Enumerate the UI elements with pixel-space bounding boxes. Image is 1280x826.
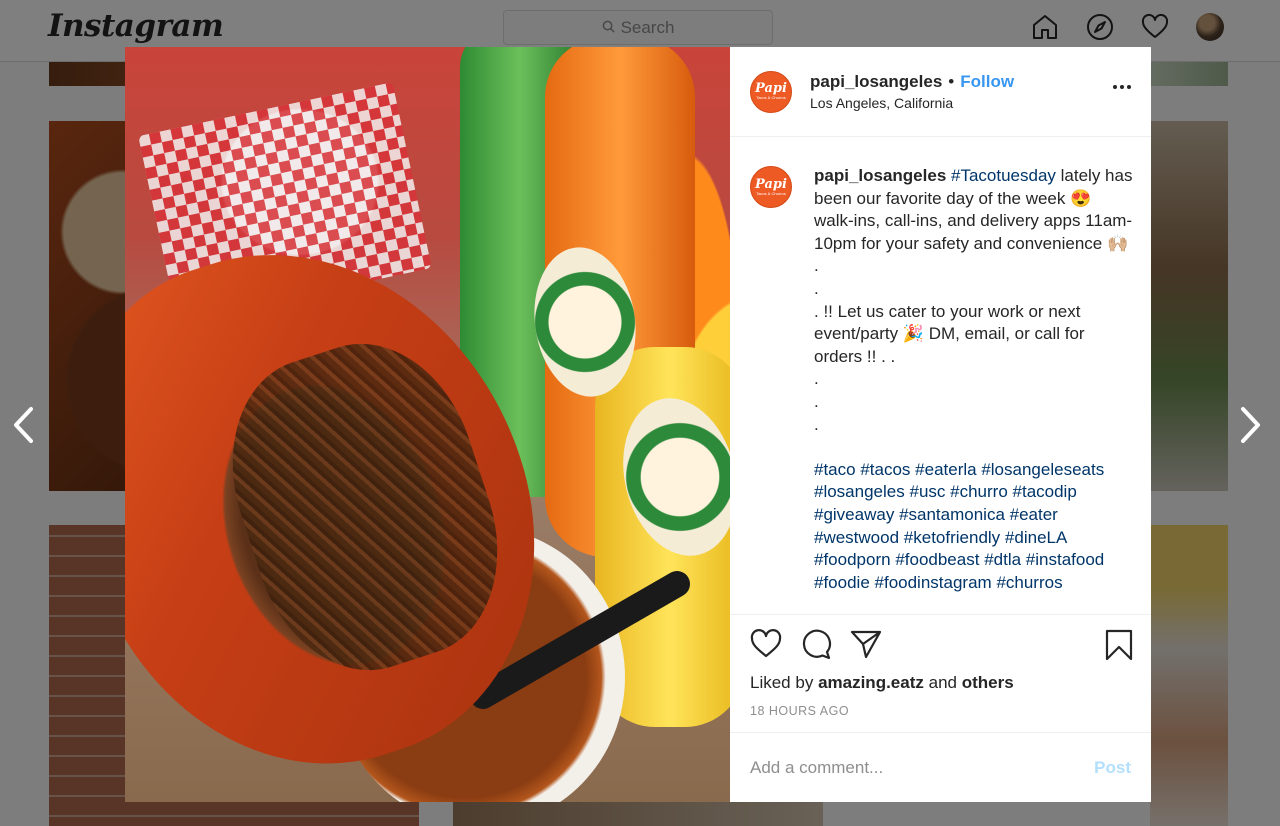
caption-hashtag[interactable]: #santamonica: [899, 505, 1005, 524]
likes-and: and: [928, 673, 957, 692]
caption-author-avatar[interactable]: Papi Tacos & Churros: [750, 166, 792, 208]
caption-dot: .: [814, 369, 819, 389]
caption-hashtag[interactable]: #Tacotuesday: [951, 166, 1056, 185]
avatar-logo-text: Papi: [755, 81, 787, 96]
caption-hashtag[interactable]: #taco: [814, 460, 856, 479]
caption-hashtag[interactable]: #churro: [950, 482, 1008, 501]
caption-hashtag[interactable]: #losangeles: [814, 482, 905, 501]
share-icon[interactable]: [850, 629, 882, 664]
comment-form: Add a comment... Post: [730, 732, 1151, 802]
hashtag-list: #taco #tacos #eaterla #losangeleseats #l…: [814, 459, 1133, 595]
caption-hashtag[interactable]: #churros: [996, 573, 1062, 592]
caption-hashtag[interactable]: #giveaway: [814, 505, 894, 524]
separator-dot: •: [948, 72, 955, 91]
caption-hashtag[interactable]: #foodporn: [814, 550, 891, 569]
post-sidebar: Papi Tacos & Churros papi_losangeles • F…: [730, 47, 1151, 802]
comment-icon[interactable]: [800, 628, 832, 665]
caption-text: walk-ins, call-ins, and delivery apps 11…: [814, 211, 1133, 253]
caption-hashtag[interactable]: #dtla: [984, 550, 1021, 569]
caption-hashtag[interactable]: #dineLA: [1005, 528, 1066, 547]
caption-area[interactable]: Papi Tacos & Churros papi_losangeles #Ta…: [730, 137, 1151, 614]
caption-hashtag[interactable]: #eaterla: [915, 460, 976, 479]
comment-input[interactable]: Add a comment...: [750, 758, 883, 778]
caption-hashtag[interactable]: #ketofriendly: [904, 528, 1000, 547]
author-avatar[interactable]: Papi Tacos & Churros: [750, 70, 792, 113]
caption-hashtag[interactable]: #foodinstagram: [875, 573, 992, 592]
caption-hashtag[interactable]: #westwood: [814, 528, 899, 547]
post-location[interactable]: Los Angeles, California: [810, 95, 1014, 111]
post-modal: Papi Tacos & Churros papi_losangeles • F…: [125, 47, 1151, 802]
caption-hashtag[interactable]: #tacos: [860, 460, 910, 479]
caption-hashtag[interactable]: #instafood: [1026, 550, 1104, 569]
post-image[interactable]: [125, 47, 730, 802]
avatar-logo-subtext: Tacos & Churros: [756, 95, 786, 100]
caption-hashtag[interactable]: #losangeleseats: [981, 460, 1104, 479]
save-icon[interactable]: [1105, 629, 1133, 666]
caption-hashtag[interactable]: #tacodip: [1013, 482, 1077, 501]
caption-hashtag[interactable]: #eater: [1010, 505, 1058, 524]
caption-username[interactable]: papi_losangeles: [814, 166, 946, 185]
likes-summary: Liked by amazing.eatz and others: [750, 673, 1131, 693]
post-actions: Liked by amazing.eatz and others 18 HOUR…: [730, 614, 1151, 732]
caption-hashtag[interactable]: #usc: [909, 482, 945, 501]
caption-text: . !! Let us cater to your work or next e…: [814, 301, 1085, 366]
liked-by-user[interactable]: amazing.eatz: [818, 673, 924, 692]
avatar-logo-text: Papi: [755, 176, 787, 192]
post-timestamp[interactable]: 18 HOURS AGO: [750, 704, 1131, 718]
caption-dot: .: [814, 256, 819, 276]
likes-prefix: Liked by: [750, 673, 814, 692]
caption-dot: .: [814, 414, 819, 434]
caption-dot: .: [814, 391, 819, 411]
author-username[interactable]: papi_losangeles: [810, 72, 942, 92]
like-icon[interactable]: [750, 628, 782, 664]
post-header: Papi Tacos & Churros papi_losangeles • F…: [730, 47, 1151, 137]
post-caption: papi_losangeles #Tacotuesday lately has …: [814, 165, 1133, 594]
caption-hashtag[interactable]: #foodbeast: [895, 550, 979, 569]
caption-hashtag[interactable]: #foodie: [814, 573, 870, 592]
more-icon[interactable]: [1113, 85, 1131, 89]
caption-dot: .: [814, 278, 819, 298]
follow-button[interactable]: Follow: [960, 72, 1014, 92]
prev-arrow-icon[interactable]: [10, 405, 36, 445]
next-arrow-icon[interactable]: [1238, 405, 1264, 445]
likes-others-link[interactable]: others: [962, 673, 1014, 692]
post-comment-button[interactable]: Post: [1094, 758, 1131, 778]
avatar-logo-subtext: Tacos & Churros: [756, 190, 786, 196]
